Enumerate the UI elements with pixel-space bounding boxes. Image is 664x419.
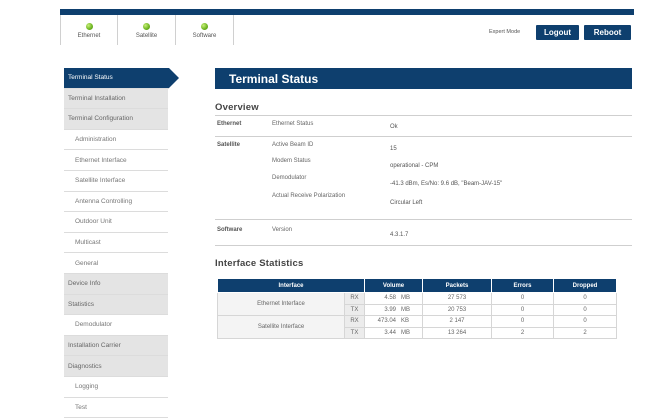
sidebar-item-installation-carrier[interactable]: Installation Carrier xyxy=(64,335,168,357)
dropped-cell: 0 xyxy=(553,303,618,316)
overview-title: Overview xyxy=(215,102,259,113)
sidebar-item-diagnostics[interactable]: Diagnostics xyxy=(64,356,168,377)
volume-cell: 4.58 MB xyxy=(364,292,424,305)
status-ethernet[interactable]: Ethernet xyxy=(60,15,118,45)
sidebar-item-outdoor-unit[interactable]: Outdoor Unit xyxy=(64,212,168,233)
expert-mode-link[interactable]: Expert Mode xyxy=(489,29,520,35)
status-led-icon xyxy=(201,23,208,30)
sidebar-item-test[interactable]: Test xyxy=(64,397,168,419)
status-indicators: Ethernet Satellite Software xyxy=(60,15,234,45)
modem-status-value: operational - CPM xyxy=(390,163,439,169)
errors-cell: 0 xyxy=(491,303,555,316)
interface-statistics-table: Interface Volume Packets Errors Dropped … xyxy=(216,278,618,339)
active-beam-id-label: Active Beam ID xyxy=(272,142,314,148)
dropped-cell: 2 xyxy=(553,326,618,339)
direction-cell: TX xyxy=(343,303,366,316)
overview-software-group: Software Version 4.3.1.7 xyxy=(215,220,632,246)
sidebar-item-general[interactable]: General xyxy=(64,253,168,274)
packets-cell: 13 264 xyxy=(422,326,493,339)
dropped-cell: 0 xyxy=(553,292,618,305)
modem-status-label: Modem Status xyxy=(272,158,311,164)
column-header-errors: Errors xyxy=(491,278,555,293)
overview-satellite-group: Satellite Active Beam ID 15 Modem Status… xyxy=(215,137,632,220)
status-satellite[interactable]: Satellite xyxy=(118,15,176,45)
reboot-button[interactable]: Reboot xyxy=(584,25,631,40)
ethernet-status-label: Ethernet Status xyxy=(272,121,314,127)
direction-cell: TX xyxy=(343,326,366,339)
status-led-icon xyxy=(143,23,150,30)
sidebar-item-demodulator[interactable]: Demodulator xyxy=(64,315,168,336)
table-row: Satellite Interface RX 473.04 KB 2 147 0 … xyxy=(217,315,618,339)
status-software[interactable]: Software xyxy=(176,15,234,45)
interface-statistics-title: Interface Statistics xyxy=(215,258,304,269)
table-row: Ethernet Interface RX 4.58 MB 27 573 0 0 xyxy=(217,292,618,316)
page-title: Terminal Status xyxy=(215,68,632,89)
errors-cell: 0 xyxy=(491,315,555,328)
direction-cell: RX xyxy=(343,315,366,328)
overview-ethernet-group: Ethernet Ethernet Status Ok xyxy=(215,116,632,137)
sidebar-nav: Terminal Status Terminal Installation Te… xyxy=(64,68,179,419)
volume-cell: 3.99 MB xyxy=(364,303,424,316)
volume-unit: MB xyxy=(401,306,411,313)
sidebar-item-statistics[interactable]: Statistics xyxy=(64,294,168,316)
sidebar-item-terminal-installation[interactable]: Terminal Installation xyxy=(64,88,168,110)
sidebar-item-terminal-configuration[interactable]: Terminal Configuration xyxy=(64,109,168,130)
logout-button[interactable]: Logout xyxy=(536,25,579,40)
packets-cell: 20 753 xyxy=(422,303,493,316)
sidebar-item-administration[interactable]: Administration xyxy=(64,129,168,151)
sidebar-item-logging[interactable]: Logging xyxy=(64,376,168,398)
status-satellite-label: Satellite xyxy=(135,33,158,39)
column-header-interface: Interface xyxy=(216,278,366,293)
version-label: Version xyxy=(272,227,293,233)
volume-value: 3.44 xyxy=(384,329,397,336)
status-led-icon xyxy=(85,23,93,30)
interface-name-cell: Ethernet Interface xyxy=(217,292,345,316)
status-ethernet-label: Ethernet xyxy=(77,33,101,39)
volume-value: 3.99 xyxy=(384,306,397,313)
status-software-label: Software xyxy=(192,33,217,39)
software-group-label: Software xyxy=(217,227,243,233)
main-content: Terminal Status Overview Ethernet Ethern… xyxy=(215,68,632,269)
volume-cell: 473.04 KB xyxy=(364,315,424,328)
active-beam-id-value: 15 xyxy=(390,146,397,152)
volume-unit: MB xyxy=(401,295,411,302)
volume-value: 473.04 xyxy=(377,318,397,325)
dropped-cell: 0 xyxy=(553,315,618,328)
column-header-dropped: Dropped xyxy=(553,278,618,293)
volume-unit: MB xyxy=(401,329,411,336)
ethernet-group-label: Ethernet xyxy=(217,121,242,127)
errors-cell: 2 xyxy=(491,326,555,339)
demodulator-label: Demodulator xyxy=(272,175,307,181)
ethernet-status-value: Ok xyxy=(390,124,398,130)
packets-cell: 2 147 xyxy=(422,315,493,328)
sidebar-item-satellite-interface[interactable]: Satellite Interface xyxy=(64,170,168,192)
receive-polarization-value: Circular Left xyxy=(390,200,423,206)
sidebar-item-ethernet-interface[interactable]: Ethernet Interface xyxy=(64,150,168,171)
sidebar-item-device-info[interactable]: Device Info xyxy=(64,273,168,295)
sidebar-item-terminal-status[interactable]: Terminal Status xyxy=(64,68,179,89)
sidebar-item-multicast[interactable]: Multicast xyxy=(64,232,168,254)
volume-cell: 3.44 MB xyxy=(364,326,424,339)
sidebar-item-antenna-controlling[interactable]: Antenna Controlling xyxy=(64,191,168,213)
interface-name-cell: Satellite Interface xyxy=(217,315,345,339)
volume-value: 4.58 xyxy=(384,295,397,302)
volume-unit: KB xyxy=(401,318,410,325)
packets-cell: 27 573 xyxy=(422,292,493,305)
satellite-group-label: Satellite xyxy=(217,142,241,148)
table-header-row: Interface Volume Packets Errors Dropped xyxy=(216,278,618,293)
column-header-packets: Packets xyxy=(422,278,493,293)
demodulator-value: -41.3 dBm, Es/No: 9.6 dB, "Beam-JAV-15" xyxy=(390,181,503,187)
column-header-volume: Volume xyxy=(364,278,424,293)
direction-cell: RX xyxy=(343,292,366,305)
errors-cell: 0 xyxy=(491,292,555,305)
version-value: 4.3.1.7 xyxy=(390,232,409,238)
receive-polarization-label: Actual Receive Polarization xyxy=(272,193,346,199)
